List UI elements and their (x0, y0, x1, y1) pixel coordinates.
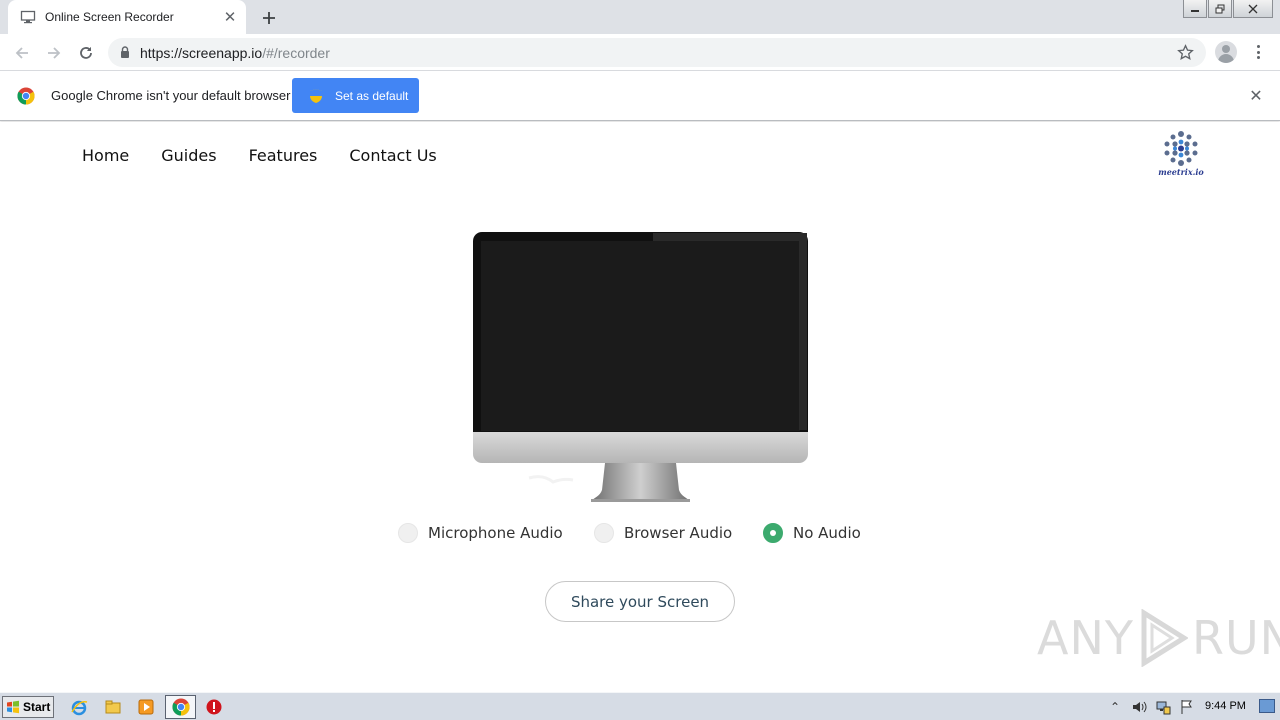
monitor-illustration (473, 232, 808, 502)
nav-contact-us[interactable]: Contact Us (349, 146, 436, 165)
window-close-button[interactable] (1233, 0, 1273, 18)
browser-tab[interactable]: Online Screen Recorder ✕ (8, 0, 246, 34)
address-bar[interactable]: https://screenapp.io/#/recorder (108, 38, 1206, 67)
start-button[interactable]: Start (2, 696, 54, 718)
tab-strip: Online Screen Recorder ✕ (0, 0, 1280, 34)
kebab-menu-icon[interactable] (1250, 42, 1266, 62)
watermark-left: ANY (1037, 611, 1134, 665)
anyrun-watermark: ANY RUN (1037, 608, 1280, 668)
system-tray: ⌃ (1106, 695, 1202, 719)
tab-title: Online Screen Recorder (45, 10, 174, 24)
tab-close-icon[interactable]: ✕ (222, 9, 238, 25)
audio-option-none[interactable]: No Audio (763, 523, 861, 543)
nav-features[interactable]: Features (249, 146, 318, 165)
start-label: Start (23, 700, 51, 714)
media-player-icon[interactable] (137, 698, 155, 716)
flag-icon[interactable] (1178, 698, 1196, 716)
set-as-default-button[interactable]: Set as default (292, 78, 419, 113)
ie-icon[interactable] (70, 698, 88, 716)
play-triangle-icon (1141, 609, 1188, 667)
minimize-button[interactable] (1183, 0, 1207, 18)
microphone-audio-radio[interactable] (398, 523, 418, 543)
restore-icon (1215, 4, 1225, 13)
page-content: Home Guides Features Contact Us meetrix.… (0, 122, 1280, 692)
logo-text: meetrix.io (1158, 167, 1204, 177)
logo-mark-icon (1164, 131, 1198, 166)
stop-icon[interactable] (205, 698, 223, 716)
chrome-icon (172, 698, 190, 716)
watermark-right: RUN (1191, 611, 1280, 665)
audio-option-microphone[interactable]: Microphone Audio (398, 523, 563, 543)
close-icon (1248, 4, 1258, 13)
infobar-close-icon[interactable]: ✕ (1246, 86, 1266, 106)
no-audio-radio[interactable] (763, 523, 783, 543)
taskbar: Start ⌃ 9:44 PM (0, 692, 1280, 720)
default-browser-infobar: Google Chrome isn't your default browser… (0, 71, 1280, 121)
meetrix-logo[interactable]: meetrix.io (1158, 130, 1204, 178)
star-icon[interactable] (1177, 44, 1194, 61)
arrow-left-icon (15, 47, 28, 59)
restore-button[interactable] (1208, 0, 1232, 18)
site-nav: Home Guides Features Contact Us (82, 146, 469, 165)
reload-button[interactable] (73, 40, 99, 66)
volume-icon[interactable] (1130, 698, 1148, 716)
network-icon[interactable] (1154, 698, 1172, 716)
nav-guides[interactable]: Guides (161, 146, 216, 165)
lock-icon (121, 46, 129, 58)
tray-chevron-icon[interactable]: ⌃ (1106, 698, 1124, 716)
taskbar-chrome-button[interactable] (165, 695, 196, 719)
browser-audio-radio[interactable] (594, 523, 614, 543)
microphone-audio-label: Microphone Audio (428, 524, 563, 542)
url-text: https://screenapp.io/#/recorder (140, 45, 330, 61)
browser-toolbar: https://screenapp.io/#/recorder (0, 34, 1280, 71)
url-path: /#/recorder (262, 45, 330, 61)
audio-option-browser[interactable]: Browser Audio (594, 523, 732, 543)
windows-flag-icon (7, 700, 19, 714)
taskbar-clock[interactable]: 9:44 PM (1205, 700, 1246, 712)
arrow-right-icon (48, 47, 61, 59)
browser-audio-label: Browser Audio (624, 524, 733, 542)
nav-home[interactable]: Home (82, 146, 129, 165)
explorer-icon[interactable] (104, 698, 122, 716)
share-screen-button[interactable]: Share your Screen (545, 581, 735, 622)
back-button[interactable] (9, 40, 35, 66)
show-desktop-button[interactable] (1259, 699, 1275, 713)
set-as-default-label: Set as default (335, 88, 409, 103)
shield-icon (310, 88, 322, 103)
url-host: https://screenapp.io (140, 45, 263, 61)
chrome-icon (17, 87, 35, 105)
new-tab-button[interactable] (258, 7, 280, 29)
no-audio-label: No Audio (793, 524, 861, 542)
plus-icon (263, 12, 275, 24)
forward-button[interactable] (41, 40, 67, 66)
minimize-icon (1191, 9, 1199, 12)
avatar-icon[interactable] (1215, 41, 1237, 63)
infobar-message: Google Chrome isn't your default browser (51, 88, 291, 103)
monitor-icon (20, 10, 36, 24)
reload-icon (80, 47, 92, 59)
